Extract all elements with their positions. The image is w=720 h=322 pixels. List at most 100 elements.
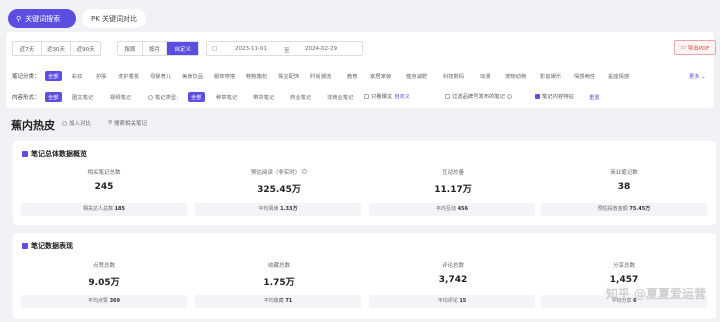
sub-value: 15 bbox=[459, 298, 467, 304]
sub-stat: 平均阅读 1.33万 bbox=[195, 203, 361, 216]
plus-circle-icon bbox=[62, 120, 67, 126]
metric-commercial-notes: 商业笔记数 38 bbox=[540, 168, 708, 192]
category-item[interactable]: 时尚潮流 bbox=[310, 72, 331, 80]
search-related-button[interactable]: ⚲ 搜索相关笔记 bbox=[108, 119, 147, 127]
category-item[interactable]: 美食饮品 bbox=[182, 72, 203, 80]
category-all[interactable]: 全部 bbox=[45, 71, 62, 81]
metric-label-text: 预估阅读（非实时） bbox=[250, 170, 301, 176]
metric-comments: 评论总数 3,742 bbox=[369, 261, 537, 285]
checkbox-icon bbox=[364, 93, 369, 99]
sub-value: 1.33万 bbox=[280, 206, 298, 212]
tab-keyword-search-label: 关键词搜索 bbox=[25, 14, 61, 23]
content-form-video[interactable]: 视频笔记 bbox=[110, 93, 131, 101]
note-type-item[interactable]: 非商业笔记 bbox=[327, 93, 354, 101]
calendar-icon: □ bbox=[212, 46, 218, 52]
reset-button[interactable]: 重置 bbox=[589, 93, 600, 101]
note-type-item[interactable]: 种草笔记 bbox=[216, 93, 237, 101]
metric-value: 245 bbox=[94, 182, 114, 192]
category-item[interactable]: 宠物动物 bbox=[505, 72, 526, 80]
category-item[interactable]: 母婴育儿 bbox=[150, 72, 171, 80]
content-form-all[interactable]: 全部 bbox=[45, 92, 62, 102]
date-range-picker[interactable]: □ 2023-11-01 至 2024-02-29 bbox=[206, 41, 363, 56]
tab-keyword-compare[interactable]: PK 关键词对比 bbox=[82, 9, 146, 28]
category-item[interactable]: 鞋靴箱包 bbox=[246, 72, 267, 80]
metric-value: 1,457 bbox=[609, 275, 639, 285]
content-form-image[interactable]: 图文笔记 bbox=[72, 93, 93, 101]
content-form-label: 内容形式： bbox=[12, 95, 40, 101]
category-item[interactable]: 科技数码 bbox=[443, 72, 464, 80]
note-type-label-text: 笔记类型： bbox=[155, 95, 182, 101]
metric-total-notes: 相关笔记总数 245 bbox=[20, 168, 188, 192]
granularity-custom[interactable]: 自定义 bbox=[167, 42, 199, 55]
category-item[interactable]: 健身减肥 bbox=[406, 72, 427, 80]
custom-link[interactable]: 自定义 bbox=[394, 92, 410, 100]
performance-title: 笔记数据表现 bbox=[22, 241, 73, 251]
note-feature-checkbox[interactable]: 笔记内容特征 bbox=[535, 92, 574, 100]
granularity-week[interactable]: 按周 bbox=[118, 42, 143, 55]
sub-value: 71 bbox=[285, 298, 293, 304]
period-30d[interactable]: 近30天 bbox=[42, 42, 72, 55]
sub-stat: 平均评论 15 bbox=[369, 295, 535, 308]
sub-value: 75.45万 bbox=[629, 206, 651, 212]
metric-value: 11.17万 bbox=[434, 185, 472, 195]
granularity-month[interactable]: 按月 bbox=[143, 42, 168, 55]
sub-stat: 平均收藏 71 bbox=[195, 295, 361, 308]
sub-label: 预估投放金额 bbox=[597, 206, 628, 212]
sub-label: 平均阅读 bbox=[258, 206, 279, 212]
category-label: 笔记分类： bbox=[12, 74, 40, 80]
date-separator: 至 bbox=[284, 48, 290, 54]
info-icon bbox=[506, 93, 512, 99]
metric-est-reads: 预估阅读（非实时） 325.45万 bbox=[195, 168, 363, 195]
category-item[interactable]: 护肤 bbox=[96, 72, 107, 80]
category-more-link[interactable]: 更多 ⌄ bbox=[689, 72, 706, 80]
add-compare-button[interactable]: 加入对比 bbox=[62, 119, 91, 127]
watermark: 知乎 @夏夏爱运营 bbox=[605, 287, 706, 301]
category-item[interactable]: 情感两性 bbox=[574, 72, 595, 80]
category-item[interactable]: 彩妆 bbox=[72, 72, 83, 80]
add-compare-label: 加入对比 bbox=[69, 121, 92, 127]
period-90d[interactable]: 近90天 bbox=[71, 42, 100, 55]
info-icon bbox=[148, 94, 153, 100]
only-hot-checkbox[interactable]: 只看爆文 自定义 bbox=[364, 92, 410, 100]
category-item[interactable]: 珠宝配饰 bbox=[278, 72, 299, 80]
metric-label: 互动总量 bbox=[441, 170, 464, 176]
note-type-item[interactable]: 商业笔记 bbox=[290, 93, 311, 101]
category-item[interactable]: 星座情感 bbox=[608, 72, 629, 80]
metric-shares: 分享总数 1,457 bbox=[540, 261, 708, 285]
period-selector: 近7天 近30天 近90天 bbox=[12, 41, 101, 56]
performance-title-text: 笔记数据表现 bbox=[31, 242, 73, 250]
period-7d[interactable]: 近7天 bbox=[13, 42, 42, 55]
metric-label: 分享总数 bbox=[612, 263, 635, 269]
sub-value: 456 bbox=[457, 206, 469, 212]
category-item[interactable]: 动漫 bbox=[480, 72, 491, 80]
metric-label: 点赞总数 bbox=[92, 263, 115, 269]
metric-label: 预估阅读（非实时） bbox=[195, 168, 363, 176]
filter-brand-checkbox[interactable]: 过滤品牌号发布的笔记 bbox=[445, 92, 512, 100]
overview-title: 笔记总体数据概览 bbox=[22, 149, 87, 159]
category-item[interactable]: 教育 bbox=[347, 72, 358, 80]
note-type-all[interactable]: 全部 bbox=[188, 92, 205, 102]
category-item[interactable]: 洗护香氛 bbox=[118, 72, 139, 80]
category-item[interactable]: 影音娱乐 bbox=[540, 72, 561, 80]
category-item[interactable]: 服饰穿搭 bbox=[214, 72, 235, 80]
date-end: 2024-02-29 bbox=[305, 46, 337, 52]
metric-likes: 点赞总数 9.05万 bbox=[20, 261, 188, 288]
category-item[interactable]: 家居家装 bbox=[370, 72, 391, 80]
metric-favorites: 收藏总数 1.75万 bbox=[195, 261, 363, 288]
sub-stat: 相关达人总数 185 bbox=[21, 203, 187, 216]
data-icon bbox=[22, 151, 28, 157]
pdf-icon: ▭ bbox=[680, 44, 686, 51]
bar-chart-icon bbox=[22, 243, 28, 249]
sub-label: 相关达人总数 bbox=[82, 206, 113, 212]
sub-value: 185 bbox=[114, 206, 126, 212]
sub-stat: 预估投放金额 75.45万 bbox=[541, 203, 707, 216]
sub-stat: 平均点赞 369 bbox=[21, 295, 187, 308]
tab-keyword-search[interactable]: ⚲ 关键词搜索 bbox=[8, 9, 76, 28]
metric-label: 商业笔记数 bbox=[610, 170, 638, 176]
export-pdf-button[interactable]: ▭ 导出PDF bbox=[674, 40, 716, 55]
note-type-item[interactable]: 带货笔记 bbox=[253, 93, 274, 101]
sub-label: 平均点赞 bbox=[87, 298, 108, 304]
info-icon[interactable] bbox=[302, 169, 308, 174]
metric-label: 相关笔记总数 bbox=[87, 170, 121, 176]
chevron-down-icon: ⌄ bbox=[701, 74, 706, 80]
